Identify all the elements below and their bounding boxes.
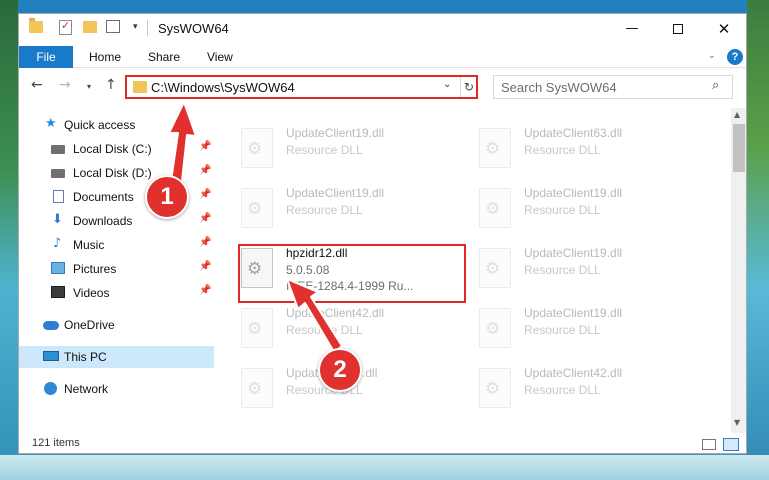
annotation-arrows <box>168 101 343 353</box>
arrow-to-file <box>286 278 343 353</box>
step-1-badge: 1 <box>145 175 189 219</box>
step-2-badge: 2 <box>318 348 362 392</box>
